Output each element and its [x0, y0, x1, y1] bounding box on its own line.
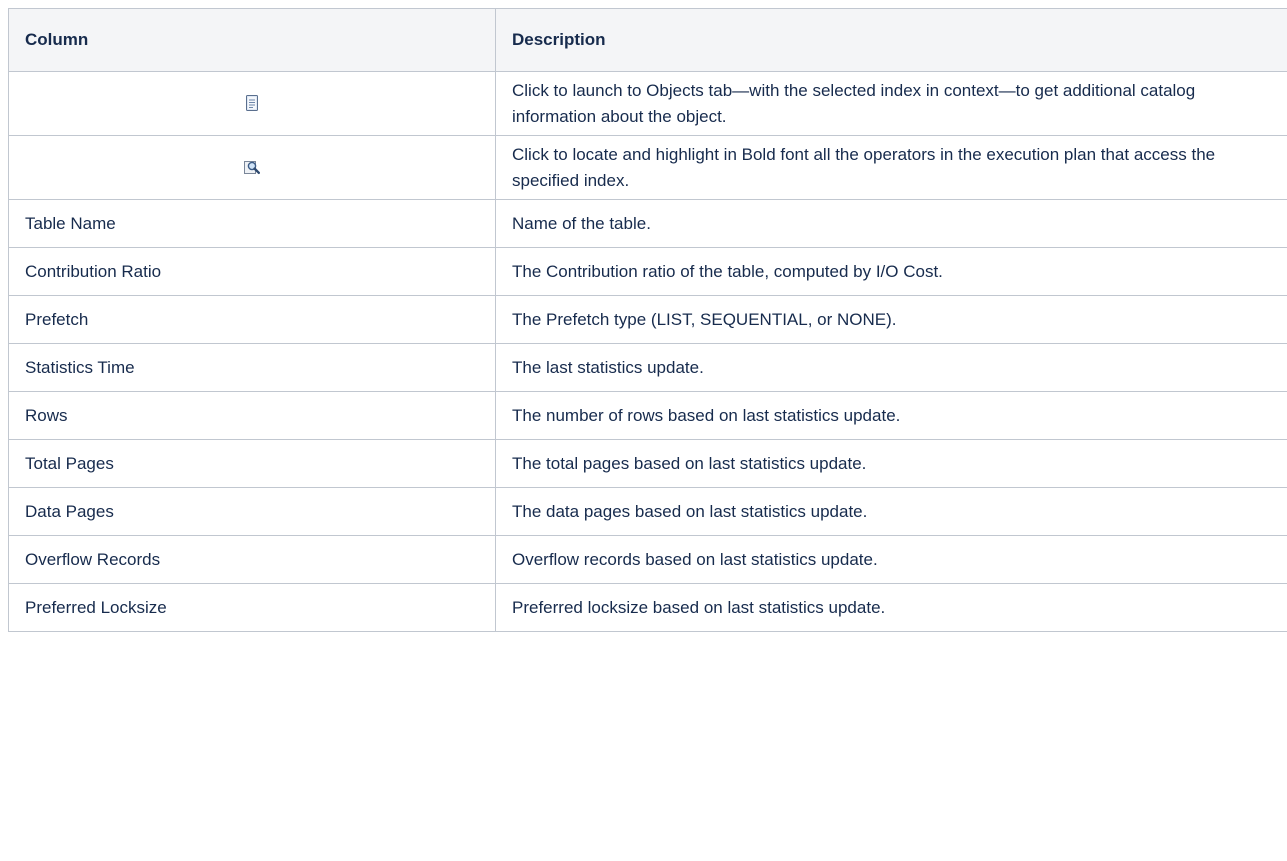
table-row: Table Name Name of the table.	[8, 199, 1287, 248]
table-row: Statistics Time The last statistics upda…	[8, 343, 1287, 392]
table-row: Click to locate and highlight in Bold fo…	[8, 135, 1287, 200]
column-cell: Overflow Records	[8, 535, 496, 584]
column-cell: Data Pages	[8, 487, 496, 536]
table-row: Click to launch to Objects tab—with the …	[8, 71, 1287, 136]
table-row: Data Pages The data pages based on last …	[8, 487, 1287, 536]
columns-table: Column Description Click to launch to Ob	[8, 8, 1287, 632]
description-header: Description	[495, 8, 1287, 72]
table-row: Rows The number of rows based on last st…	[8, 391, 1287, 440]
table-row: Overflow Records Overflow records based …	[8, 535, 1287, 584]
column-header: Column	[8, 8, 496, 72]
table-row: Preferred Locksize Preferred locksize ba…	[8, 583, 1287, 632]
column-cell: Table Name	[8, 199, 496, 248]
icon-cell	[8, 71, 496, 136]
column-cell: Preferred Locksize	[8, 583, 496, 632]
column-cell: Rows	[8, 391, 496, 440]
description-cell: Preferred locksize based on last statist…	[495, 583, 1287, 632]
column-cell: Prefetch	[8, 295, 496, 344]
description-cell: The Contribution ratio of the table, com…	[495, 247, 1287, 296]
table-row: Prefetch The Prefetch type (LIST, SEQUEN…	[8, 295, 1287, 344]
icon-cell	[8, 135, 496, 200]
table-header-row: Column Description	[8, 8, 1287, 72]
document-icon[interactable]	[244, 93, 260, 112]
description-cell: The last statistics update.	[495, 343, 1287, 392]
description-cell: The number of rows based on last statist…	[495, 391, 1287, 440]
table-row: Total Pages The total pages based on las…	[8, 439, 1287, 488]
description-cell: The Prefetch type (LIST, SEQUENTIAL, or …	[495, 295, 1287, 344]
description-cell: The total pages based on last statistics…	[495, 439, 1287, 488]
locate-magnifier-icon[interactable]	[244, 157, 261, 175]
description-cell: Click to launch to Objects tab—with the …	[495, 71, 1287, 136]
description-cell: Overflow records based on last statistic…	[495, 535, 1287, 584]
column-cell: Total Pages	[8, 439, 496, 488]
table-row: Contribution Ratio The Contribution rati…	[8, 247, 1287, 296]
description-cell: Name of the table.	[495, 199, 1287, 248]
description-cell: Click to locate and highlight in Bold fo…	[495, 135, 1287, 200]
description-cell: The data pages based on last statistics …	[495, 487, 1287, 536]
column-cell: Statistics Time	[8, 343, 496, 392]
column-cell: Contribution Ratio	[8, 247, 496, 296]
